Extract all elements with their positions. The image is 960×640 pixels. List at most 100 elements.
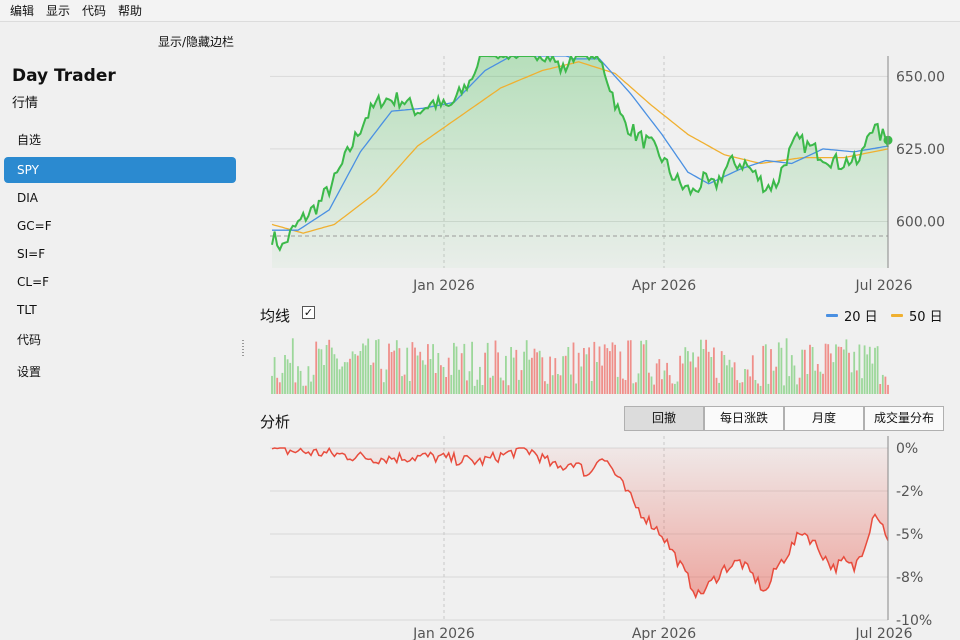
toggle-sidebar-button[interactable]: 显示/隐藏边栏	[150, 33, 242, 50]
volume-bar	[780, 347, 783, 394]
volume-bar	[715, 377, 718, 394]
volume-bar	[842, 349, 845, 394]
sidebar-item-gc[interactable]: GC=F	[4, 213, 236, 239]
y-tick-label: 0%	[896, 441, 918, 457]
volume-bar	[577, 352, 580, 394]
volume-bar	[320, 349, 323, 394]
sidebar-item-dia[interactable]: DIA	[4, 185, 236, 211]
tab-monthly[interactable]: 月度	[784, 406, 864, 431]
sidebar-item-settings[interactable]: 设置	[4, 359, 236, 385]
volume-bar	[559, 375, 562, 394]
volume-bar	[564, 355, 567, 394]
volume-bar	[632, 383, 635, 394]
volume-bar	[297, 366, 299, 394]
volume-bar	[598, 346, 601, 394]
volume-bar	[803, 349, 806, 394]
menu-help[interactable]: 帮助	[112, 2, 148, 19]
volume-bar	[622, 378, 624, 394]
y-tick-label: 625.00	[896, 142, 945, 158]
legend-ma20: 20 日	[826, 306, 878, 325]
volume-bar	[593, 341, 596, 394]
volume-bar	[432, 344, 434, 394]
sidebar-item-watchlist[interactable]: 自选	[4, 127, 236, 153]
menu-view[interactable]: 显示	[40, 2, 76, 19]
sidebar-item-tlt[interactable]: TLT	[4, 297, 236, 323]
volume-bar	[809, 344, 811, 394]
volume-bar	[874, 347, 876, 394]
volume-bar	[858, 344, 861, 394]
volume-bar	[349, 358, 351, 394]
menu-edit[interactable]: 编辑	[4, 2, 40, 19]
menu-code[interactable]: 代码	[76, 2, 112, 19]
tab-drawdown[interactable]: 回撤	[624, 406, 704, 431]
volume-bar	[351, 351, 354, 394]
volume-bar	[476, 379, 479, 394]
volume-bar	[294, 382, 297, 394]
volume-bar	[307, 366, 310, 394]
volume-bar	[323, 365, 325, 394]
volume-bar	[832, 362, 835, 394]
volume-bar	[850, 372, 853, 394]
volume-bar	[276, 377, 279, 394]
volume-bar	[434, 373, 437, 394]
volume-bar	[471, 341, 473, 394]
volume-bar	[458, 369, 460, 394]
volume-bar	[421, 360, 424, 394]
analysis-tabs: 回撤 每日涨跌 月度 成交量分布	[624, 406, 944, 431]
volume-bar	[611, 342, 614, 394]
volume-bar	[494, 340, 497, 394]
volume-bar	[466, 380, 468, 394]
volume-bar	[343, 362, 346, 394]
ma-section-title: 均线	[260, 307, 291, 325]
volume-bar	[489, 377, 492, 394]
volume-bar	[723, 355, 726, 394]
y-tick-label: -8%	[896, 570, 923, 586]
volume-bar	[286, 359, 289, 394]
volume-bar	[427, 344, 429, 394]
tab-volume-distribution[interactable]: 成交量分布	[864, 406, 944, 431]
volume-bar	[442, 367, 445, 394]
volume-bar	[653, 384, 655, 394]
sidebar-item-code[interactable]: 代码	[4, 327, 236, 353]
volume-bar	[310, 381, 312, 394]
legend-ma50: 50 日	[891, 306, 943, 325]
volume-bar	[525, 340, 528, 394]
volume-bar	[666, 362, 668, 394]
volume-bar	[502, 380, 505, 394]
volume-bar	[689, 361, 692, 394]
volume-bar	[338, 369, 341, 394]
sidebar-splitter-handle[interactable]	[242, 340, 244, 356]
volume-bar	[414, 347, 416, 394]
volume-bar	[671, 383, 674, 394]
volume-bar	[814, 370, 817, 394]
drawdown-chart: 0% -2% -5% -8% -10% Jan 2026 Apr 2026 Ju…	[270, 436, 932, 640]
volume-bar	[645, 340, 648, 394]
volume-bar	[788, 376, 791, 394]
volume-bar	[655, 363, 658, 394]
volume-bar	[702, 349, 705, 394]
volume-bar	[710, 357, 713, 394]
sidebar-item-spy[interactable]: SPY	[4, 157, 236, 183]
volume-bar	[601, 365, 603, 394]
volume-bar	[497, 352, 499, 394]
volume-bar	[614, 344, 616, 394]
volume-bar	[546, 383, 549, 394]
volume-bar	[481, 385, 484, 394]
volume-bar	[403, 374, 406, 394]
volume-bar	[603, 344, 606, 394]
volume-bar	[684, 347, 687, 394]
volume-bar	[783, 385, 785, 394]
volume-bar	[372, 362, 375, 394]
volume-bar	[728, 359, 731, 394]
volume-bar	[341, 366, 344, 394]
volume-bar	[741, 382, 744, 394]
sidebar-item-si[interactable]: SI=F	[4, 241, 236, 267]
volume-bar	[453, 342, 455, 394]
volume-bar	[369, 365, 372, 394]
volume-bar	[538, 350, 541, 394]
sidebar-item-cl[interactable]: CL=F	[4, 269, 236, 295]
volume-bar	[588, 347, 590, 394]
tab-daily-change[interactable]: 每日涨跌	[704, 406, 784, 431]
ma-toggle-checkbox[interactable]: ✓	[302, 306, 315, 319]
volume-bar	[884, 376, 887, 394]
